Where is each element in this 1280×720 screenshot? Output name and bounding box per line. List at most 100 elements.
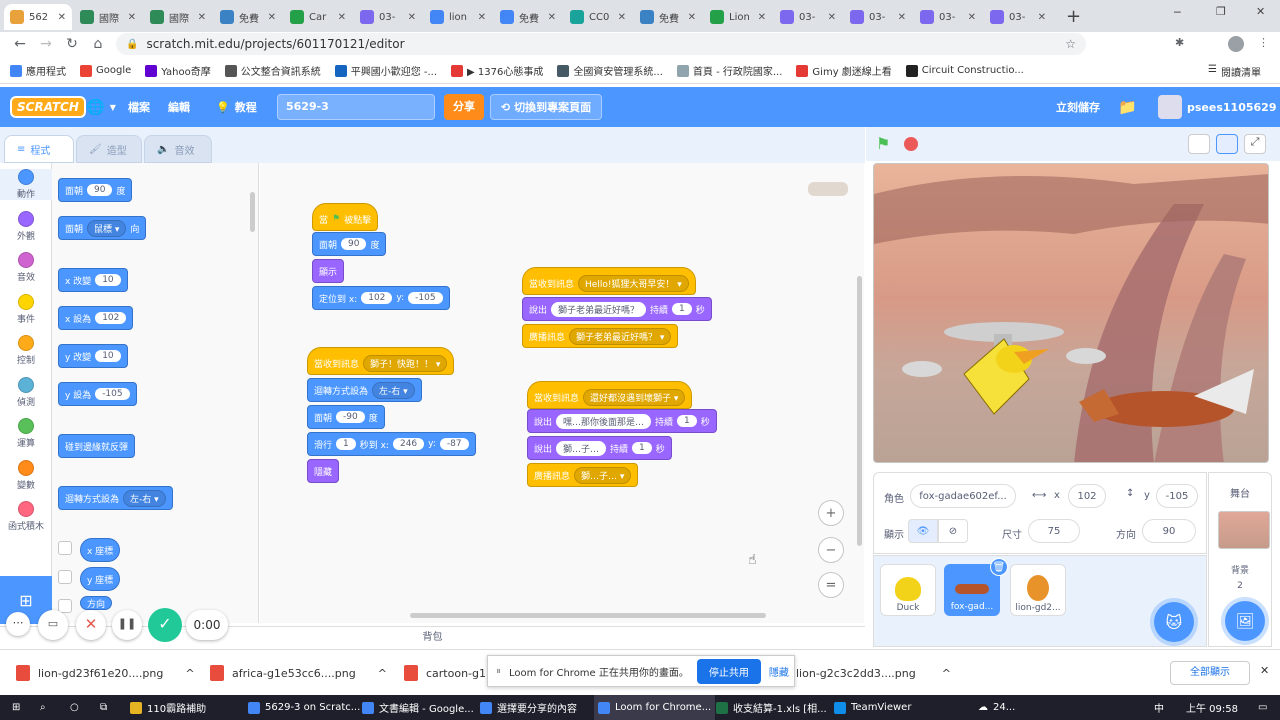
y-position-checkbox[interactable]: [58, 570, 72, 584]
green-flag-icon[interactable]: ⚑: [876, 134, 890, 153]
reading-list[interactable]: ☰ 閱讀清單: [1208, 64, 1261, 79]
extensions-icon[interactable]: ✱: [1175, 36, 1184, 49]
stop-icon[interactable]: [904, 137, 918, 151]
bookmark-item[interactable]: Google: [80, 64, 131, 77]
reporter-y-position[interactable]: y 座標: [80, 567, 121, 591]
chevron-up-icon[interactable]: ^: [942, 667, 951, 680]
bookmark-item[interactable]: ▶ 1376心態事成: [451, 63, 543, 78]
browser-tab[interactable]: 562 ✕: [4, 4, 72, 30]
browser-tab[interactable]: lion ✕: [424, 4, 492, 30]
bookmark-item[interactable]: 全國資安管理系統...: [557, 63, 663, 78]
close-tab-icon[interactable]: ✕: [128, 12, 136, 23]
close-tab-icon[interactable]: ✕: [758, 12, 766, 23]
sprite-direction-input[interactable]: 90: [1142, 519, 1196, 543]
save-now-button[interactable]: 立刻儲存: [1056, 87, 1100, 127]
close-tab-icon[interactable]: ✕: [198, 12, 206, 23]
new-tab-button[interactable]: +: [1066, 6, 1081, 27]
sprite-thumb-lion[interactable]: lion-gd2...: [1010, 564, 1066, 616]
clock[interactable]: 上午 09:58: [1182, 695, 1242, 720]
share-button[interactable]: 分享: [444, 94, 484, 120]
download-item[interactable]: lion-gd23f61e20....png ^: [16, 660, 195, 686]
close-tab-icon[interactable]: ✕: [828, 12, 836, 23]
block-go-to-xy[interactable]: 定位到 x: 102 y: -105: [312, 286, 450, 310]
address-bar[interactable]: 🔒 scratch.mit.edu/projects/601170121/edi…: [116, 33, 1086, 55]
notification-icon[interactable]: ▭: [1254, 695, 1271, 720]
bookmark-item[interactable]: 首頁 - 行政院國家...: [676, 63, 782, 78]
close-tab-icon[interactable]: ✕: [338, 12, 346, 23]
reporter-direction[interactable]: 方向: [80, 596, 113, 610]
sprite-name-input[interactable]: fox-gadae602ef...: [910, 484, 1016, 508]
tab-sounds[interactable]: 🔈 音效: [144, 135, 212, 163]
weather-widget[interactable]: ☁ 24...: [974, 695, 1019, 720]
see-project-page-button[interactable]: ⟲ 切換到專案頁面: [490, 94, 602, 120]
block-change-y[interactable]: y 改變 10: [58, 344, 128, 368]
back-icon[interactable]: ←: [10, 34, 30, 54]
category-1[interactable]: 外觀: [0, 210, 52, 242]
block-when-receive[interactable]: 當收到訊息 獅子！快跑！！ ▾: [307, 347, 455, 375]
category-0[interactable]: 動作: [0, 169, 52, 200]
browser-tab[interactable]: 免費 ✕: [214, 4, 282, 30]
search-icon[interactable]: ⌕: [36, 695, 50, 720]
taskbar-app[interactable]: 5629-3 on Scratc...: [244, 695, 364, 720]
block-change-x[interactable]: x 改變 10: [58, 268, 128, 292]
taskbar-app[interactable]: 收支結算-1.xls [相...: [712, 695, 831, 720]
close-tab-icon[interactable]: ✕: [478, 12, 486, 23]
cortana-icon[interactable]: ○: [66, 695, 83, 720]
close-tab-icon[interactable]: ✕: [58, 12, 66, 23]
loom-camera-icon[interactable]: ▭: [38, 610, 68, 640]
zoom-in-icon[interactable]: +: [818, 500, 844, 526]
reload-icon[interactable]: ↻: [62, 34, 82, 54]
bookmark-item[interactable]: 應用程式: [10, 63, 66, 78]
browser-tab[interactable]: Lion ✕: [704, 4, 772, 30]
category-6[interactable]: 運算: [0, 418, 52, 449]
close-tab-icon[interactable]: ✕: [688, 12, 696, 23]
download-item[interactable]: cartoon-g1: [404, 660, 486, 686]
close-window-icon[interactable]: ✕: [1256, 5, 1265, 18]
browser-tab[interactable]: 03- ✕: [354, 4, 422, 30]
tab-code[interactable]: ≡ 程式: [4, 135, 74, 163]
show-all-downloads-button[interactable]: 全部顯示: [1170, 661, 1250, 685]
close-tab-icon[interactable]: ✕: [268, 12, 276, 23]
category-3[interactable]: 事件: [0, 293, 52, 325]
block-set-rotation-style[interactable]: 迴轉方式設為 左-右 ▾: [307, 378, 422, 402]
block-say-for-secs[interactable]: 說出 獅…子… 持續 1 秒: [527, 436, 672, 460]
close-tab-icon[interactable]: ✕: [1038, 12, 1046, 23]
category-4[interactable]: 控制: [0, 335, 52, 366]
edit-menu[interactable]: 編輯: [168, 87, 190, 127]
browser-tab[interactable]: 03- ✕: [774, 4, 842, 30]
browser-tab[interactable]: Car ✕: [284, 4, 352, 30]
block-point-in-direction[interactable]: 面朝 -90 度: [307, 405, 385, 429]
browser-tab[interactable]: 免費 ✕: [494, 4, 562, 30]
account-menu[interactable]: psees1105629▼: [1158, 87, 1280, 127]
bookmark-item[interactable]: 平興國小歡迎您 -...: [334, 63, 437, 78]
block-hide[interactable]: 隱藏: [307, 459, 340, 483]
loom-pause-icon[interactable]: ❚❚: [112, 610, 142, 640]
delete-sprite-icon[interactable]: 🗑: [990, 558, 1008, 576]
block-when-receive[interactable]: 當收到訊息 還好都沒遇到壞獅子 ▾: [527, 381, 693, 409]
block-broadcast[interactable]: 廣播訊息 獅子老弟最近好嗎？ ▾: [522, 324, 679, 348]
x-position-checkbox[interactable]: [58, 541, 72, 555]
taskbar-app[interactable]: 文書編輯 - Google...: [358, 695, 478, 720]
block-point-towards[interactable]: 面朝 鼠標 ▾ 向: [58, 216, 147, 240]
bookmark-item[interactable]: Yahoo奇摩: [145, 63, 211, 78]
block-bounce-on-edge[interactable]: 碰到邊緣就反彈: [58, 434, 136, 458]
close-tab-icon[interactable]: ✕: [548, 12, 556, 23]
category-5[interactable]: 偵測: [0, 376, 52, 408]
loom-more-icon[interactable]: ⋯: [6, 612, 30, 636]
scratch-logo[interactable]: SCRATCH: [10, 87, 86, 127]
ime-indicator[interactable]: 中: [1150, 695, 1168, 720]
category-7[interactable]: 變數: [0, 459, 52, 491]
block-show[interactable]: 顯示: [312, 259, 345, 283]
show-sprite-eye-icon[interactable]: 👁: [908, 519, 938, 543]
sprite-y-input[interactable]: -105: [1156, 484, 1198, 508]
tab-costumes[interactable]: 🖌 造型: [76, 135, 142, 163]
hide-share-bar-button[interactable]: 隱藏: [769, 664, 789, 679]
browser-tab[interactable]: CC0 ✕: [564, 4, 632, 30]
workspace-h-scrollbar[interactable]: [410, 613, 766, 618]
file-menu[interactable]: 檔案: [128, 87, 150, 127]
sprite-thumb-duck[interactable]: Duck: [880, 564, 936, 616]
profile-avatar[interactable]: [1228, 36, 1244, 52]
block-glide-to-xy[interactable]: 滑行 1 秒到 x: 246 y: -87: [307, 432, 476, 456]
block-set-y[interactable]: y 設為 -105: [58, 382, 137, 406]
sprite-x-input[interactable]: 102: [1068, 484, 1106, 508]
